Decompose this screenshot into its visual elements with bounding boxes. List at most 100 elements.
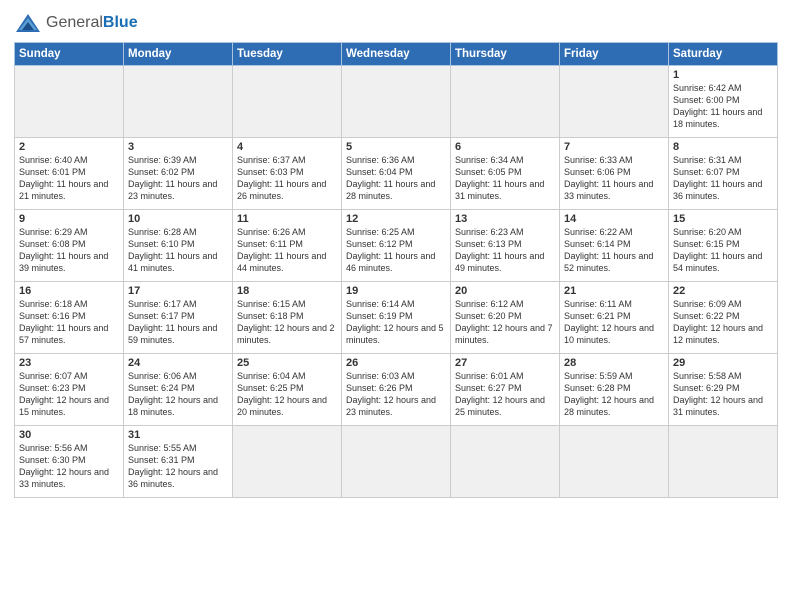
calendar-day-cell	[560, 426, 669, 498]
day-number: 18	[237, 285, 337, 297]
calendar-day-cell: 20Sunrise: 6:12 AM Sunset: 6:20 PM Dayli…	[451, 282, 560, 354]
day-info: Sunrise: 6:12 AM Sunset: 6:20 PM Dayligh…	[455, 298, 555, 347]
calendar-day-cell: 9Sunrise: 6:29 AM Sunset: 6:08 PM Daylig…	[15, 210, 124, 282]
day-number: 25	[237, 357, 337, 369]
header-saturday: Saturday	[669, 43, 778, 66]
calendar-week-row: 16Sunrise: 6:18 AM Sunset: 6:16 PM Dayli…	[15, 282, 778, 354]
calendar-day-cell	[15, 66, 124, 138]
calendar-day-cell	[233, 426, 342, 498]
calendar-week-row: 1Sunrise: 6:42 AM Sunset: 6:00 PM Daylig…	[15, 66, 778, 138]
header-sunday: Sunday	[15, 43, 124, 66]
calendar-day-cell: 15Sunrise: 6:20 AM Sunset: 6:15 PM Dayli…	[669, 210, 778, 282]
calendar-week-row: 2Sunrise: 6:40 AM Sunset: 6:01 PM Daylig…	[15, 138, 778, 210]
day-number: 22	[673, 285, 773, 297]
calendar-day-cell: 30Sunrise: 5:56 AM Sunset: 6:30 PM Dayli…	[15, 426, 124, 498]
day-info: Sunrise: 6:23 AM Sunset: 6:13 PM Dayligh…	[455, 226, 555, 275]
header-thursday: Thursday	[451, 43, 560, 66]
calendar-day-cell: 10Sunrise: 6:28 AM Sunset: 6:10 PM Dayli…	[124, 210, 233, 282]
calendar-body: 1Sunrise: 6:42 AM Sunset: 6:00 PM Daylig…	[15, 66, 778, 498]
calendar-day-cell: 26Sunrise: 6:03 AM Sunset: 6:26 PM Dayli…	[342, 354, 451, 426]
calendar-day-cell: 27Sunrise: 6:01 AM Sunset: 6:27 PM Dayli…	[451, 354, 560, 426]
day-number: 16	[19, 285, 119, 297]
day-info: Sunrise: 5:55 AM Sunset: 6:31 PM Dayligh…	[128, 442, 228, 491]
day-info: Sunrise: 6:17 AM Sunset: 6:17 PM Dayligh…	[128, 298, 228, 347]
calendar-day-cell: 8Sunrise: 6:31 AM Sunset: 6:07 PM Daylig…	[669, 138, 778, 210]
day-number: 17	[128, 285, 228, 297]
weekday-header-row: Sunday Monday Tuesday Wednesday Thursday…	[15, 43, 778, 66]
day-number: 21	[564, 285, 664, 297]
day-info: Sunrise: 6:15 AM Sunset: 6:18 PM Dayligh…	[237, 298, 337, 347]
day-number: 23	[19, 357, 119, 369]
calendar-day-cell: 17Sunrise: 6:17 AM Sunset: 6:17 PM Dayli…	[124, 282, 233, 354]
day-number: 27	[455, 357, 555, 369]
day-info: Sunrise: 5:56 AM Sunset: 6:30 PM Dayligh…	[19, 442, 119, 491]
calendar-day-cell: 28Sunrise: 5:59 AM Sunset: 6:28 PM Dayli…	[560, 354, 669, 426]
day-number: 6	[455, 141, 555, 153]
header-tuesday: Tuesday	[233, 43, 342, 66]
calendar-day-cell	[342, 66, 451, 138]
calendar-week-row: 30Sunrise: 5:56 AM Sunset: 6:30 PM Dayli…	[15, 426, 778, 498]
day-number: 8	[673, 141, 773, 153]
day-info: Sunrise: 6:14 AM Sunset: 6:19 PM Dayligh…	[346, 298, 446, 347]
calendar-day-cell: 16Sunrise: 6:18 AM Sunset: 6:16 PM Dayli…	[15, 282, 124, 354]
calendar-table: Sunday Monday Tuesday Wednesday Thursday…	[14, 42, 778, 498]
calendar-day-cell	[451, 66, 560, 138]
calendar-day-cell: 19Sunrise: 6:14 AM Sunset: 6:19 PM Dayli…	[342, 282, 451, 354]
day-number: 9	[19, 213, 119, 225]
day-number: 5	[346, 141, 446, 153]
day-info: Sunrise: 6:31 AM Sunset: 6:07 PM Dayligh…	[673, 154, 773, 203]
day-info: Sunrise: 6:34 AM Sunset: 6:05 PM Dayligh…	[455, 154, 555, 203]
calendar-day-cell	[233, 66, 342, 138]
day-number: 30	[19, 429, 119, 441]
day-number: 28	[564, 357, 664, 369]
header: GeneralBlue	[14, 12, 778, 34]
day-number: 4	[237, 141, 337, 153]
day-info: Sunrise: 6:25 AM Sunset: 6:12 PM Dayligh…	[346, 226, 446, 275]
logo: GeneralBlue	[14, 12, 138, 34]
day-info: Sunrise: 6:39 AM Sunset: 6:02 PM Dayligh…	[128, 154, 228, 203]
day-info: Sunrise: 6:01 AM Sunset: 6:27 PM Dayligh…	[455, 370, 555, 419]
calendar-day-cell: 24Sunrise: 6:06 AM Sunset: 6:24 PM Dayli…	[124, 354, 233, 426]
day-number: 19	[346, 285, 446, 297]
day-info: Sunrise: 6:26 AM Sunset: 6:11 PM Dayligh…	[237, 226, 337, 275]
calendar-day-cell: 18Sunrise: 6:15 AM Sunset: 6:18 PM Dayli…	[233, 282, 342, 354]
calendar-day-cell: 29Sunrise: 5:58 AM Sunset: 6:29 PM Dayli…	[669, 354, 778, 426]
day-info: Sunrise: 6:09 AM Sunset: 6:22 PM Dayligh…	[673, 298, 773, 347]
day-number: 7	[564, 141, 664, 153]
header-monday: Monday	[124, 43, 233, 66]
calendar-day-cell	[669, 426, 778, 498]
day-info: Sunrise: 6:33 AM Sunset: 6:06 PM Dayligh…	[564, 154, 664, 203]
page: GeneralBlue Sunday Monday Tuesday Wednes…	[0, 0, 792, 612]
day-info: Sunrise: 6:03 AM Sunset: 6:26 PM Dayligh…	[346, 370, 446, 419]
day-number: 3	[128, 141, 228, 153]
day-number: 13	[455, 213, 555, 225]
day-info: Sunrise: 6:18 AM Sunset: 6:16 PM Dayligh…	[19, 298, 119, 347]
calendar-day-cell: 7Sunrise: 6:33 AM Sunset: 6:06 PM Daylig…	[560, 138, 669, 210]
calendar-day-cell: 2Sunrise: 6:40 AM Sunset: 6:01 PM Daylig…	[15, 138, 124, 210]
calendar-day-cell: 11Sunrise: 6:26 AM Sunset: 6:11 PM Dayli…	[233, 210, 342, 282]
day-info: Sunrise: 6:40 AM Sunset: 6:01 PM Dayligh…	[19, 154, 119, 203]
header-wednesday: Wednesday	[342, 43, 451, 66]
day-number: 26	[346, 357, 446, 369]
day-number: 11	[237, 213, 337, 225]
calendar-day-cell: 12Sunrise: 6:25 AM Sunset: 6:12 PM Dayli…	[342, 210, 451, 282]
day-info: Sunrise: 6:06 AM Sunset: 6:24 PM Dayligh…	[128, 370, 228, 419]
day-number: 24	[128, 357, 228, 369]
calendar-week-row: 23Sunrise: 6:07 AM Sunset: 6:23 PM Dayli…	[15, 354, 778, 426]
day-info: Sunrise: 6:42 AM Sunset: 6:00 PM Dayligh…	[673, 82, 773, 131]
calendar-day-cell: 4Sunrise: 6:37 AM Sunset: 6:03 PM Daylig…	[233, 138, 342, 210]
calendar-day-cell: 31Sunrise: 5:55 AM Sunset: 6:31 PM Dayli…	[124, 426, 233, 498]
day-number: 2	[19, 141, 119, 153]
day-info: Sunrise: 6:28 AM Sunset: 6:10 PM Dayligh…	[128, 226, 228, 275]
day-number: 10	[128, 213, 228, 225]
day-info: Sunrise: 6:07 AM Sunset: 6:23 PM Dayligh…	[19, 370, 119, 419]
day-info: Sunrise: 6:20 AM Sunset: 6:15 PM Dayligh…	[673, 226, 773, 275]
calendar-day-cell: 14Sunrise: 6:22 AM Sunset: 6:14 PM Dayli…	[560, 210, 669, 282]
day-info: Sunrise: 6:04 AM Sunset: 6:25 PM Dayligh…	[237, 370, 337, 419]
calendar-day-cell: 21Sunrise: 6:11 AM Sunset: 6:21 PM Dayli…	[560, 282, 669, 354]
day-number: 1	[673, 69, 773, 81]
calendar-day-cell	[451, 426, 560, 498]
calendar-day-cell: 13Sunrise: 6:23 AM Sunset: 6:13 PM Dayli…	[451, 210, 560, 282]
calendar-day-cell: 23Sunrise: 6:07 AM Sunset: 6:23 PM Dayli…	[15, 354, 124, 426]
day-number: 20	[455, 285, 555, 297]
